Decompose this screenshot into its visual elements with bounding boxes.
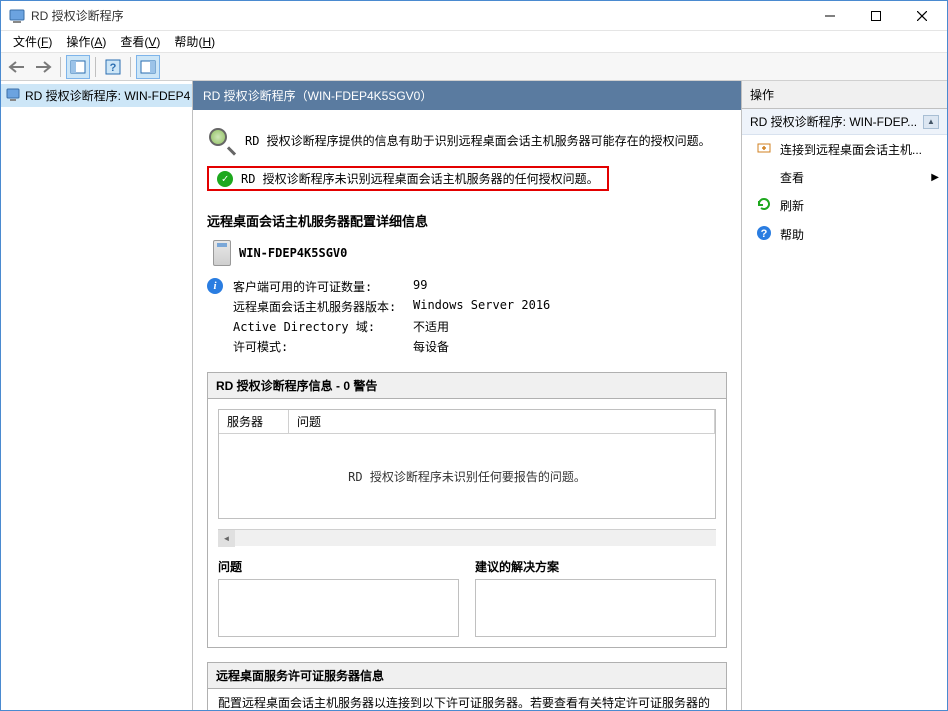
diag-table: 服务器 问题 RD 授权诊断程序未识别任何要报告的问题。 <box>218 409 716 519</box>
ok-icon: ✓ <box>217 171 233 187</box>
two-col: 问题 建议的解决方案 <box>208 558 726 647</box>
window-controls <box>807 1 945 30</box>
show-actions-button[interactable] <box>136 55 160 79</box>
submenu-arrow-icon: ▶ <box>931 172 939 183</box>
actions-panel: 操作 RD 授权诊断程序: WIN-FDEP... ▲ 连接到远程桌面会话主机.… <box>742 81 947 710</box>
app-icon <box>9 8 25 24</box>
action-help-label: 帮助 <box>780 226 804 243</box>
solutions-heading: 建议的解决方案 <box>475 558 716 575</box>
scroll-left-icon[interactable]: ◄ <box>218 530 235 547</box>
svg-text:?: ? <box>110 62 117 74</box>
toolbar-separator <box>130 57 131 77</box>
diag-info-title: RD 授权诊断程序信息 - 0 警告 <box>208 373 726 399</box>
actions-subheader: RD 授权诊断程序: WIN-FDEP... ▲ <box>742 109 947 135</box>
config-title: 远程桌面会话主机服务器配置详细信息 <box>207 211 727 230</box>
col-server[interactable]: 服务器 <box>219 410 289 433</box>
problems-box: 问题 <box>218 558 459 637</box>
diagnoser-icon <box>5 86 21 105</box>
status-text: RD 授权诊断程序未识别远程桌面会话主机服务器的任何授权问题。 <box>241 170 599 187</box>
back-button[interactable] <box>5 55 29 79</box>
action-connect[interactable]: 连接到远程桌面会话主机... <box>742 135 947 164</box>
action-refresh[interactable]: 刷新 <box>742 191 947 220</box>
detail-label: Active Directory 域: <box>233 318 413 335</box>
info-icon: i <box>207 278 223 294</box>
menu-view[interactable]: 查看(V) <box>114 31 166 52</box>
center-panel: RD 授权诊断程序（WIN-FDEP4K5SGV0） RD 授权诊断程序提供的信… <box>193 81 742 710</box>
problems-heading: 问题 <box>218 558 459 575</box>
maximize-button[interactable] <box>853 1 899 30</box>
detail-value: 每设备 <box>413 338 449 355</box>
refresh-icon <box>756 196 772 215</box>
action-view-label: 查看 <box>780 169 804 186</box>
collapse-icon[interactable]: ▲ <box>923 115 939 129</box>
table-empty-msg: RD 授权诊断程序未识别任何要报告的问题。 <box>219 434 715 518</box>
detail-value: Windows Server 2016 <box>413 298 550 315</box>
detail-label: 许可模式: <box>233 338 413 355</box>
problems-area <box>218 579 459 637</box>
action-refresh-label: 刷新 <box>780 197 804 214</box>
info-text: RD 授权诊断程序提供的信息有助于识别远程桌面会话主机服务器可能存在的授权问题。 <box>245 132 711 149</box>
toolbar-separator <box>95 57 96 77</box>
info-row: RD 授权诊断程序提供的信息有助于识别远程桌面会话主机服务器可能存在的授权问题。 <box>207 120 727 166</box>
menu-action[interactable]: 操作(A) <box>60 31 112 52</box>
tree-root-label: RD 授权诊断程序: WIN-FDEP4 <box>25 87 190 104</box>
solutions-box: 建议的解决方案 <box>475 558 716 637</box>
menubar: 文件(F) 操作(A) 查看(V) 帮助(H) <box>1 31 947 53</box>
toolbar: ? <box>1 53 947 81</box>
action-view[interactable]: 查看 ▶ <box>742 164 947 191</box>
detail-value: 不适用 <box>413 318 449 335</box>
forward-button[interactable] <box>31 55 55 79</box>
magnifier-icon <box>207 126 235 154</box>
minimize-button[interactable] <box>807 1 853 30</box>
h-scrollbar[interactable]: ◄ <box>218 529 716 546</box>
show-tree-button[interactable] <box>66 55 90 79</box>
actions-sub-label: RD 授权诊断程序: WIN-FDEP... <box>750 113 917 130</box>
server-name: WIN-FDEP4K5SGV0 <box>239 246 347 260</box>
server-icon <box>213 240 231 266</box>
main-area: RD 授权诊断程序: WIN-FDEP4 RD 授权诊断程序（WIN-FDEP4… <box>1 81 947 710</box>
status-highlight-box: ✓ RD 授权诊断程序未识别远程桌面会话主机服务器的任何授权问题。 <box>207 166 609 191</box>
center-header: RD 授权诊断程序（WIN-FDEP4K5SGV0） <box>193 81 741 110</box>
action-connect-label: 连接到远程桌面会话主机... <box>780 141 922 158</box>
details-grid: 客户端可用的许可证数量:99 远程桌面会话主机服务器版本:Windows Ser… <box>233 278 550 358</box>
tree-root-item[interactable]: RD 授权诊断程序: WIN-FDEP4 <box>1 84 192 107</box>
svg-text:?: ? <box>761 228 768 240</box>
license-server-title: 远程桌面服务许可证服务器信息 <box>208 663 726 689</box>
connect-icon <box>756 140 772 159</box>
server-row: WIN-FDEP4K5SGV0 <box>213 240 727 266</box>
help-icon: ? <box>756 225 772 244</box>
window-title: RD 授权诊断程序 <box>31 7 807 24</box>
detail-label: 客户端可用的许可证数量: <box>233 278 413 295</box>
app-window: RD 授权诊断程序 文件(F) 操作(A) 查看(V) 帮助(H) ? RD 授… <box>0 0 948 711</box>
col-problem[interactable]: 问题 <box>289 410 715 433</box>
action-help[interactable]: ? 帮助 <box>742 220 947 249</box>
help-button[interactable]: ? <box>101 55 125 79</box>
diag-info-group: RD 授权诊断程序信息 - 0 警告 服务器 问题 RD 授权诊断程序未识别任何… <box>207 372 727 648</box>
menu-file[interactable]: 文件(F) <box>7 31 58 52</box>
license-desc: 配置远程桌面会话主机服务器以连接到以下许可证服务器。若要查看有关特定许可证服务器… <box>208 689 726 710</box>
detail-value: 99 <box>413 278 427 295</box>
tree-panel: RD 授权诊断程序: WIN-FDEP4 <box>1 81 193 710</box>
actions-header: 操作 <box>742 81 947 109</box>
center-body: RD 授权诊断程序提供的信息有助于识别远程桌面会话主机服务器可能存在的授权问题。… <box>193 110 741 710</box>
table-header: 服务器 问题 <box>219 410 715 434</box>
detail-label: 远程桌面会话主机服务器版本: <box>233 298 413 315</box>
menu-help[interactable]: 帮助(H) <box>168 31 221 52</box>
license-server-group: 远程桌面服务许可证服务器信息 配置远程桌面会话主机服务器以连接到以下许可证服务器… <box>207 662 727 710</box>
solutions-area <box>475 579 716 637</box>
toolbar-separator <box>60 57 61 77</box>
close-button[interactable] <box>899 1 945 30</box>
titlebar: RD 授权诊断程序 <box>1 1 947 31</box>
